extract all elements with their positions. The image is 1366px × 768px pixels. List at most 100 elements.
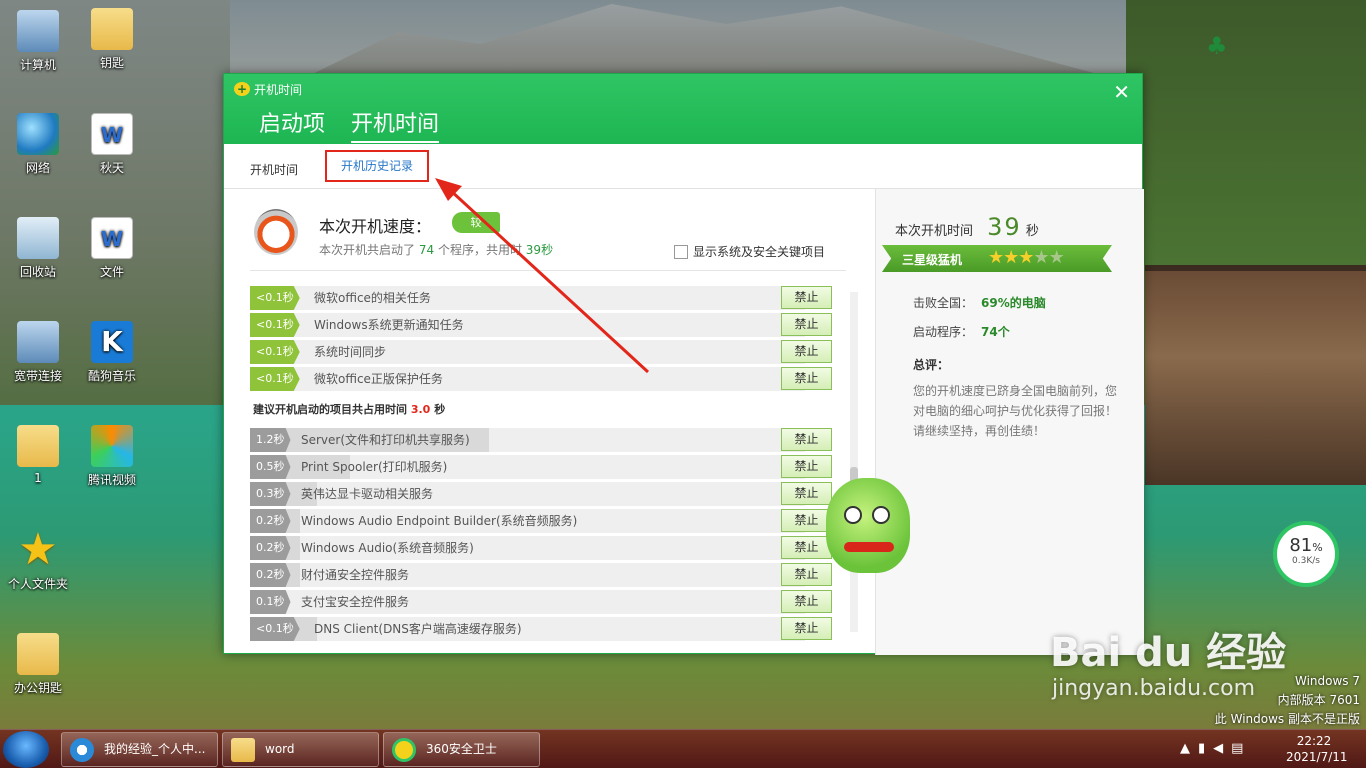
tab-startup-items[interactable]: 启动项 — [259, 106, 325, 143]
clock-date: 2021/7/11 — [1286, 750, 1348, 764]
table-row: <0.1秒 Windows系统更新通知任务 — [250, 313, 805, 337]
block-button[interactable]: 禁止 — [781, 428, 832, 451]
speed-summary: 本次开机共启动了 74 个程序，共用时 39秒 — [319, 241, 553, 258]
time-tag: <0.1秒 — [250, 313, 300, 337]
rating-ribbon: 三星级猛机 ★★★★★ — [882, 245, 1112, 272]
windows-version-info: Windows 7 内部版本 7601 此 Windows 副本不是正版 — [1215, 672, 1360, 729]
desktop-icon-recycle-bin[interactable]: 回收站 — [3, 217, 73, 280]
suggest-time: 3.0 — [410, 403, 431, 416]
block-button[interactable]: 禁止 — [781, 455, 832, 478]
block-button[interactable]: 禁止 — [781, 509, 832, 532]
mascot-eye — [844, 506, 862, 524]
scrollbar[interactable] — [850, 292, 858, 632]
desktop-icon-personal-folder[interactable]: ★ 个人文件夹 — [3, 524, 73, 592]
tencent-video-icon — [91, 425, 133, 467]
desktop-icon-label: 回收站 — [19, 265, 56, 279]
beat-value: 69%的电脑 — [981, 296, 1046, 310]
star-icon: ★ — [18, 524, 58, 575]
tab-boot-time[interactable]: 开机时间 — [351, 106, 440, 143]
os-genuine-notice: 此 Windows 副本不是正版 — [1214, 712, 1360, 726]
desktop-icon-broadband[interactable]: 宽带连接 — [3, 321, 73, 384]
table-row: 0.2秒 Windows Audio(系统音频服务) — [250, 536, 805, 560]
taskbar-item-word[interactable]: word — [222, 732, 379, 767]
divider — [250, 270, 846, 271]
table-row: 0.2秒 Windows Audio Endpoint Builder(系统音频… — [250, 509, 805, 533]
subtab-boot-history[interactable]: 开机历史记录 — [325, 150, 429, 182]
desktop-icon-tencent-video[interactable]: 腾讯视频 — [77, 425, 147, 488]
speed-summary-mid: 个程序，共用时 — [437, 243, 522, 257]
mascot-eye — [872, 506, 890, 524]
boot-time-display: 本次开机时间 39 秒 — [895, 213, 1039, 241]
time-tag: 0.1秒 — [250, 590, 291, 614]
mascot-scarf — [844, 542, 894, 552]
start-button[interactable] — [3, 731, 49, 768]
taskbar-item-label: 我的经验_个人中... — [104, 742, 206, 756]
window-title: 开机时间 — [254, 83, 303, 97]
folder-icon — [91, 8, 133, 50]
360-logo-icon — [392, 738, 416, 762]
tray-device-icon[interactable]: ▮ — [1198, 741, 1213, 756]
desktop-icon-folder-1[interactable]: 1 — [3, 425, 73, 485]
network-tray-icon[interactable]: ▤ — [1231, 741, 1251, 756]
time-tag: 0.2秒 — [250, 509, 291, 533]
taskbar: 我的经验_个人中... word 360安全卫士 ▲▮◀▤ 22:22 2021… — [0, 729, 1366, 768]
desktop-icon-network[interactable]: 网络 — [3, 113, 73, 176]
desktop-icon-kugou[interactable]: K 酷狗音乐 — [77, 321, 147, 384]
window-titlebar: + 开机时间 ✕ 启动项 开机时间 — [224, 74, 1142, 144]
desktop-icon-label: 个人文件夹 — [7, 577, 68, 591]
desktop-icon-keys-folder[interactable]: 钥匙 — [77, 8, 147, 71]
block-button[interactable]: 禁止 — [781, 482, 832, 505]
star-icon: ★ — [1033, 247, 1049, 268]
block-button[interactable]: 禁止 — [781, 340, 832, 363]
desktop-icon-label: 酷狗音乐 — [87, 369, 136, 383]
time-tag: <0.1秒 — [250, 340, 300, 364]
volume-icon[interactable]: ◀ — [1213, 741, 1231, 756]
boot-time-window: + 开机时间 ✕ 启动项 开机时间 开机时间 开机历史记录 本次开机速度： 较 … — [223, 73, 1144, 655]
block-button[interactable]: 禁止 — [781, 590, 832, 613]
block-button[interactable]: 禁止 — [781, 367, 832, 390]
network-rate: 0.3K/s — [1292, 556, 1320, 566]
os-name: Windows 7 — [1294, 674, 1360, 688]
taskbar-item-label: 360安全卫士 — [426, 742, 497, 756]
speed-summary-time: 39秒 — [525, 243, 554, 257]
item-name: DNS Client(DNS客户端高速缓存服务) — [314, 622, 522, 636]
taskbar-clock[interactable]: 22:22 2021/7/11 — [1286, 733, 1348, 765]
desktop-icon-label: 钥匙 — [99, 56, 124, 70]
block-button[interactable]: 禁止 — [781, 536, 832, 559]
speed-badge: 较 — [452, 212, 500, 233]
boot-items-pane: 本次开机速度： 较 本次开机共启动了 74 个程序，共用时 39秒 显示系统及安… — [224, 189, 874, 655]
network-speed-widget[interactable]: 81% 0.3K/s — [1273, 521, 1339, 587]
recycle-bin-icon — [17, 217, 59, 259]
folder-icon — [231, 738, 255, 762]
subtab-boot-time[interactable]: 开机时间 — [250, 161, 298, 178]
taskbar-item-360[interactable]: 360安全卫士 — [383, 732, 540, 767]
desktop-icon-label: 网络 — [25, 161, 50, 175]
block-button[interactable]: 禁止 — [781, 563, 832, 586]
desktop-icon-autumn-doc[interactable]: W 秋天 — [77, 113, 147, 176]
kugou-music-icon: K — [91, 321, 133, 363]
block-button[interactable]: 禁止 — [781, 617, 832, 640]
star-icon: ★ — [1003, 247, 1019, 268]
programs-stat: 启动程序： 74个 — [913, 323, 1010, 340]
beat-stat: 击败全国： 69%的电脑 — [913, 294, 1046, 311]
close-icon[interactable]: ✕ — [1113, 80, 1130, 104]
desktop-icon-file-doc[interactable]: W 文件 — [77, 217, 147, 280]
desktop-icon-office-keys[interactable]: 办公钥匙 — [3, 633, 73, 696]
desktop-icon-label: 腾讯视频 — [87, 473, 136, 487]
checkbox-box[interactable] — [674, 244, 688, 259]
taskbar-item-browser[interactable]: 我的经验_个人中... — [61, 732, 218, 767]
time-tag: <0.1秒 — [250, 617, 300, 641]
item-name: Windows系统更新通知任务 — [314, 318, 464, 332]
desktop-icon-label: 秋天 — [99, 161, 124, 175]
item-name: Windows Audio(系统音频服务) — [301, 541, 474, 555]
block-button[interactable]: 禁止 — [781, 313, 832, 336]
time-tag: 1.2秒 — [250, 428, 291, 452]
show-system-items-checkbox[interactable]: 显示系统及安全关键项目 — [674, 243, 825, 260]
folder-icon — [17, 425, 59, 467]
block-button[interactable]: 禁止 — [781, 286, 832, 309]
desktop-icon-computer[interactable]: 计算机 — [3, 10, 73, 73]
network-globe-icon — [17, 113, 59, 155]
item-name: Print Spooler(打印机服务) — [301, 460, 448, 474]
desktop-icon-label: 计算机 — [19, 58, 56, 72]
tray-expand-icon[interactable]: ▲ — [1180, 741, 1198, 756]
